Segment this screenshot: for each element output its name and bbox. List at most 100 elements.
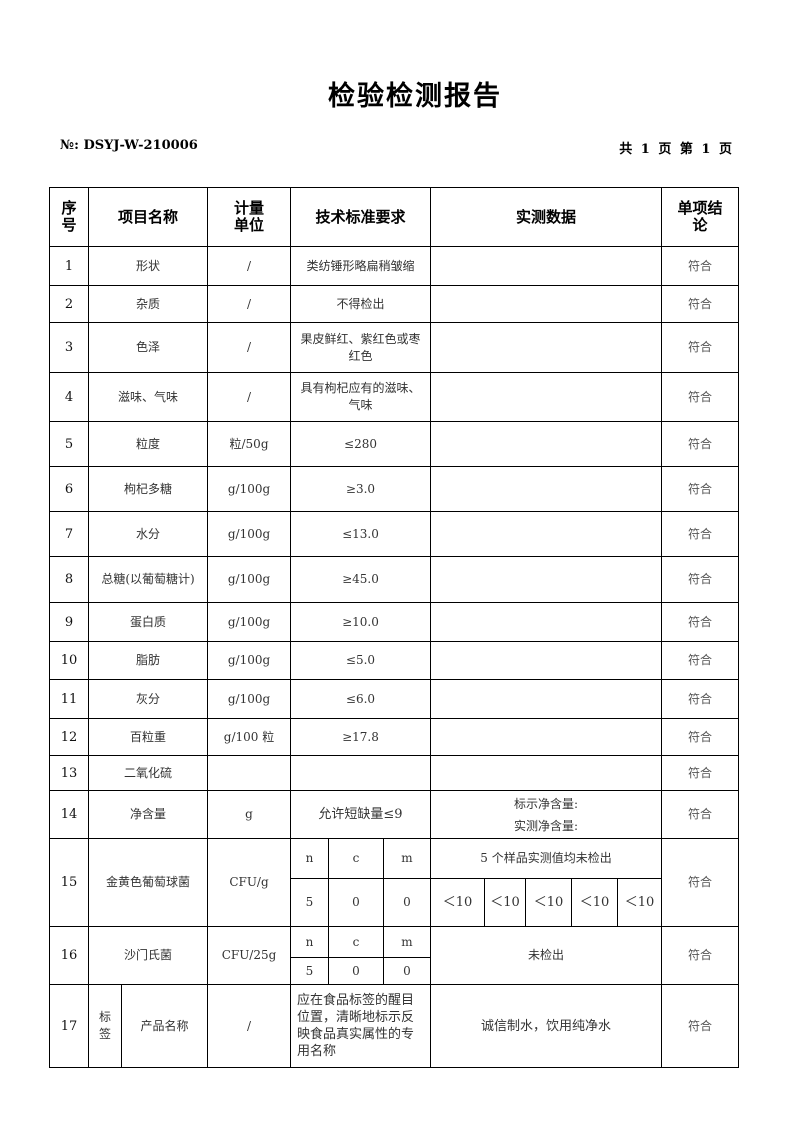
- sampling-plan-header-text: n: [305, 851, 314, 865]
- row-unit-text: g/100g: [227, 691, 271, 706]
- row-unit-text: /: [246, 258, 252, 273]
- row-standard: ≥10.0: [290, 602, 431, 642]
- row-item-text: 沙门氏菌: [123, 948, 172, 962]
- sampling-plan-header: n: [290, 838, 329, 879]
- row-seq-text: 1: [64, 258, 74, 274]
- row-seq: 3: [49, 322, 89, 373]
- row-conclusion-text: 符合: [687, 807, 712, 821]
- header-standard: 技术标准要求: [290, 187, 431, 247]
- sample-measured-value-text: ＜10: [624, 895, 655, 910]
- row-conclusion-text: 符合: [687, 653, 712, 667]
- measured-line: 实测净含量:: [513, 818, 579, 833]
- row-standard: ≤6.0: [290, 679, 431, 719]
- row-conclusion-text: 符合: [687, 691, 712, 706]
- row-conclusion: 符合: [661, 838, 739, 927]
- row-standard-text: ≤280: [344, 436, 377, 451]
- header-unit-text: 计量单位: [233, 199, 264, 234]
- header-standard-text: 技术标准要求: [315, 207, 406, 226]
- row-standard-text: 不得检出: [336, 296, 385, 311]
- row-unit-text: /: [246, 1018, 252, 1033]
- row-unit: g/100 粒: [207, 718, 291, 756]
- header-measured-text: 实测数据: [515, 207, 576, 226]
- row-unit-text: g/100g: [227, 653, 271, 667]
- row-item: 金黄色葡萄球菌: [88, 838, 208, 927]
- row-seq: 10: [49, 641, 89, 680]
- row-measured: [430, 372, 662, 422]
- sampling-plan-value: 0: [383, 878, 431, 927]
- row-item-text: 二氧化硫: [123, 765, 172, 780]
- row-item: 脂肪: [88, 641, 208, 680]
- header-conclusion-text: 单项结论: [677, 199, 723, 234]
- row-unit-text: g/100 粒: [223, 729, 275, 744]
- row-seq-text: 15: [60, 875, 78, 890]
- row-unit-text: g: [245, 807, 253, 821]
- row-item: 灰分: [88, 679, 208, 719]
- row-conclusion-text: 符合: [687, 436, 712, 451]
- row-seq-text: 6: [64, 481, 74, 497]
- sample-measured-value: ＜10: [525, 878, 572, 927]
- row-measured: [430, 679, 662, 719]
- row-standard-text: ≤5.0: [345, 653, 376, 667]
- header-item-text: 项目名称: [117, 207, 178, 226]
- row-seq: 12: [49, 718, 89, 756]
- row-conclusion: 符合: [661, 511, 739, 557]
- row-item: 二氧化硫: [88, 755, 208, 791]
- row-unit-text: g/100g: [227, 614, 271, 629]
- row-standard: 应在食品标签的醒目位置，清晰地标示反映食品真实属性的专用名称: [290, 984, 431, 1068]
- row-standard-text: 允许短缺量≤9: [318, 807, 403, 822]
- sample-measured-value-text: ＜10: [490, 895, 520, 910]
- row-item-text: 杂质: [135, 296, 160, 311]
- row-measured: [430, 511, 662, 557]
- row-measured: [430, 285, 662, 323]
- row-conclusion: 符合: [661, 421, 739, 467]
- row-unit: /: [207, 984, 291, 1068]
- row-seq-text: 7: [64, 526, 74, 542]
- row-conclusion: 符合: [661, 790, 739, 839]
- row-unit-text: /: [246, 340, 252, 354]
- row-seq-text: 11: [60, 691, 78, 707]
- row-seq-text: 12: [60, 729, 78, 745]
- row-standard: ≤13.0: [290, 511, 431, 557]
- sampling-plan-value-text: 0: [352, 963, 360, 978]
- row-standard: 允许短缺量≤9: [290, 790, 431, 839]
- row-conclusion-text: 符合: [687, 729, 712, 744]
- row-seq-text: 3: [64, 340, 74, 355]
- row-measured: [430, 421, 662, 467]
- row-unit-text: /: [246, 296, 252, 311]
- row-seq-text: 17: [60, 1018, 78, 1034]
- row-item-text: 滋味、气味: [117, 389, 178, 404]
- row-conclusion: 符合: [661, 466, 739, 512]
- row-standard-text: ≥17.8: [342, 729, 379, 744]
- row-conclusion-text: 符合: [687, 481, 712, 496]
- row-seq: 9: [49, 602, 89, 642]
- row-conclusion: 符合: [661, 984, 739, 1068]
- measured-line: 标示净含量:: [513, 796, 579, 811]
- row-item-text: 色泽: [135, 340, 160, 354]
- sample-measured-value-text: ＜10: [442, 895, 473, 910]
- row-standard-text: ≥10.0: [342, 614, 379, 629]
- row-conclusion-text: 符合: [687, 389, 712, 404]
- row-seq: 2: [49, 285, 89, 323]
- row-measured-summary-text: 5 个样品实测值均未检出: [480, 851, 612, 865]
- row-standard-text: 类纺锤形略扁稍皱缩: [306, 258, 415, 273]
- sampling-plan-value-text: 5: [305, 895, 314, 909]
- sampling-plan-header-text: n: [305, 934, 314, 949]
- row-item: 杂质: [88, 285, 208, 323]
- row-seq-text: 10: [60, 653, 78, 668]
- row-conclusion: 符合: [661, 246, 739, 286]
- row-seq: 17: [49, 984, 89, 1068]
- row-standard: ≤280: [290, 421, 431, 467]
- row-measured: 诚信制水，饮用纯净水: [430, 984, 662, 1068]
- row-conclusion-text: 符合: [687, 526, 712, 541]
- row-item-text: 产品名称: [140, 1018, 189, 1033]
- row-standard-text: ≤13.0: [342, 526, 379, 541]
- row-group-label: 标签: [88, 984, 122, 1068]
- row-seq-text: 16: [60, 948, 78, 963]
- row-conclusion: 符合: [661, 556, 739, 603]
- sampling-plan-value-text: 0: [352, 895, 360, 909]
- row-unit: /: [207, 246, 291, 286]
- row-item: 枸杞多糖: [88, 466, 208, 512]
- row-seq: 13: [49, 755, 89, 791]
- sampling-plan-value: 0: [383, 957, 431, 985]
- row-item-text: 脂肪: [135, 653, 160, 667]
